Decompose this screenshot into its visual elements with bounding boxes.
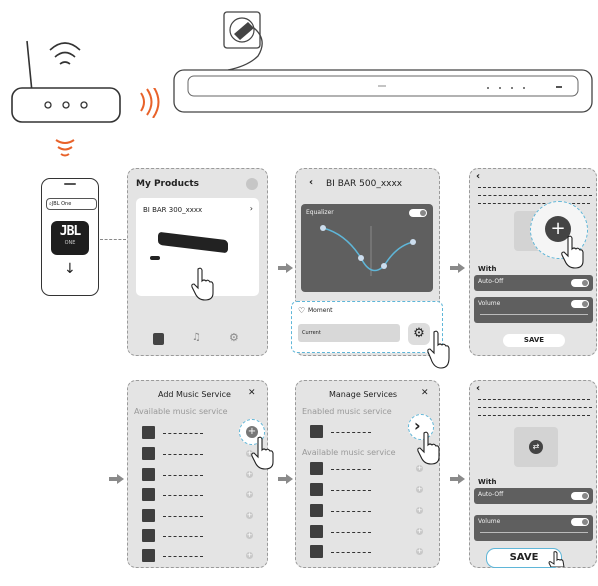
back-icon-2[interactable]: ‹ [476,171,480,182]
moment-card[interactable]: ♡ Moment Current ⚙ [291,301,443,353]
auto-off-toggle-2[interactable] [571,492,589,500]
service-logo-icon: ⇄ [529,440,543,454]
current-label: Current [302,330,321,336]
avatar[interactable] [246,178,258,190]
equalizer-panel: Equalizer [301,204,433,292]
heart-icon: ♡ [298,306,306,315]
flow-arrow-2 [450,263,465,273]
close-icon-2[interactable]: ✕ [421,388,429,398]
volume-row: Volume [474,297,593,323]
with-label-2: With [478,478,497,486]
phone: ⌕JBL One JBL ONE ↓ [41,178,99,296]
save-button[interactable]: SAVE [503,334,565,347]
hand-pointer-icon-4 [251,436,274,470]
hand-pointer-icon-5 [417,431,440,465]
phone-notch [64,183,76,185]
my-products-title: My Products [136,179,200,189]
tab-home-icon[interactable] [153,333,164,345]
available-service-label-2: Available music service [302,448,396,457]
my-products-screen: My Products BI BAR 300_xxxx › ♫ ⚙ [127,168,268,356]
flow-arrow-1 [278,263,293,273]
wifi-signal-down-icon [55,139,75,157]
with-label: With [478,265,497,273]
volume-row-2: Volume [474,515,593,541]
manage-services-screen: Manage Services ✕ Enabled music service … [295,380,440,568]
soundbar-illustration [173,11,593,113]
device-title: BI BAR 500_xxxx [326,179,403,189]
enabled-service-label: Enabled music service [302,407,392,416]
hand-pointer-icon-6 [548,551,565,567]
jbl-app-tile[interactable]: JBL ONE [51,221,89,255]
hand-pointer-icon [191,267,214,301]
add-music-service-screen: Add Music Service ✕ Available music serv… [127,380,274,569]
subwoofer-image [150,256,160,260]
soundbar-image [158,231,228,254]
router-icon [11,40,142,123]
auto-off-row-2: Auto-Off [474,488,593,504]
moment-config-screen: ‹ + With Auto-Off Volume SAVE [469,168,597,356]
chevron-right-icon: › [249,204,253,213]
service-list: + + + + + + [128,381,269,569]
download-arrow-icon: ↓ [64,261,76,277]
wifi-signal-icon [140,88,160,118]
hand-pointer-icon-3 [561,235,584,269]
volume-slider[interactable] [480,314,588,315]
bar-settings-screen: ‹ BI BAR 500_xxxx Equalizer ♡ Moment Cur… [291,168,443,356]
auto-off-toggle[interactable] [571,279,589,287]
connector-line [100,239,126,240]
device-name: BI BAR 300_xxxx [143,206,203,214]
flow-arrow-3 [109,474,124,484]
volume-toggle-2[interactable] [571,518,589,526]
volume-slider-2[interactable] [480,532,588,533]
equalizer-label: Equalizer [306,209,334,216]
flow-arrow-5 [450,474,465,484]
router [0,28,142,138]
back-icon[interactable]: ‹ [309,177,313,188]
back-icon-3[interactable]: ‹ [476,383,480,394]
volume-toggle[interactable] [571,300,589,308]
wall-socket-icon [223,11,263,71]
hand-pointer-icon-2 [427,330,450,369]
current-moment[interactable]: Current [298,324,400,342]
moment-label: Moment [308,307,333,314]
final-moment-screen: ‹ ⇄ With Auto-Off Volume SAVE [469,380,597,568]
tab-settings-icon[interactable]: ⚙ [229,331,239,344]
equalizer-curve[interactable] [301,216,433,286]
flow-arrow-4 [278,474,293,484]
phone-search-text: JBL One [51,201,72,207]
service-tile: ⇄ [514,427,558,467]
phone-search-bar[interactable]: ⌕JBL One [46,198,97,210]
tab-music-icon[interactable]: ♫ [192,332,201,343]
soundbar-icon [173,69,593,113]
manage-services-title: Manage Services [329,390,398,399]
auto-off-row: Auto-Off [474,275,593,291]
